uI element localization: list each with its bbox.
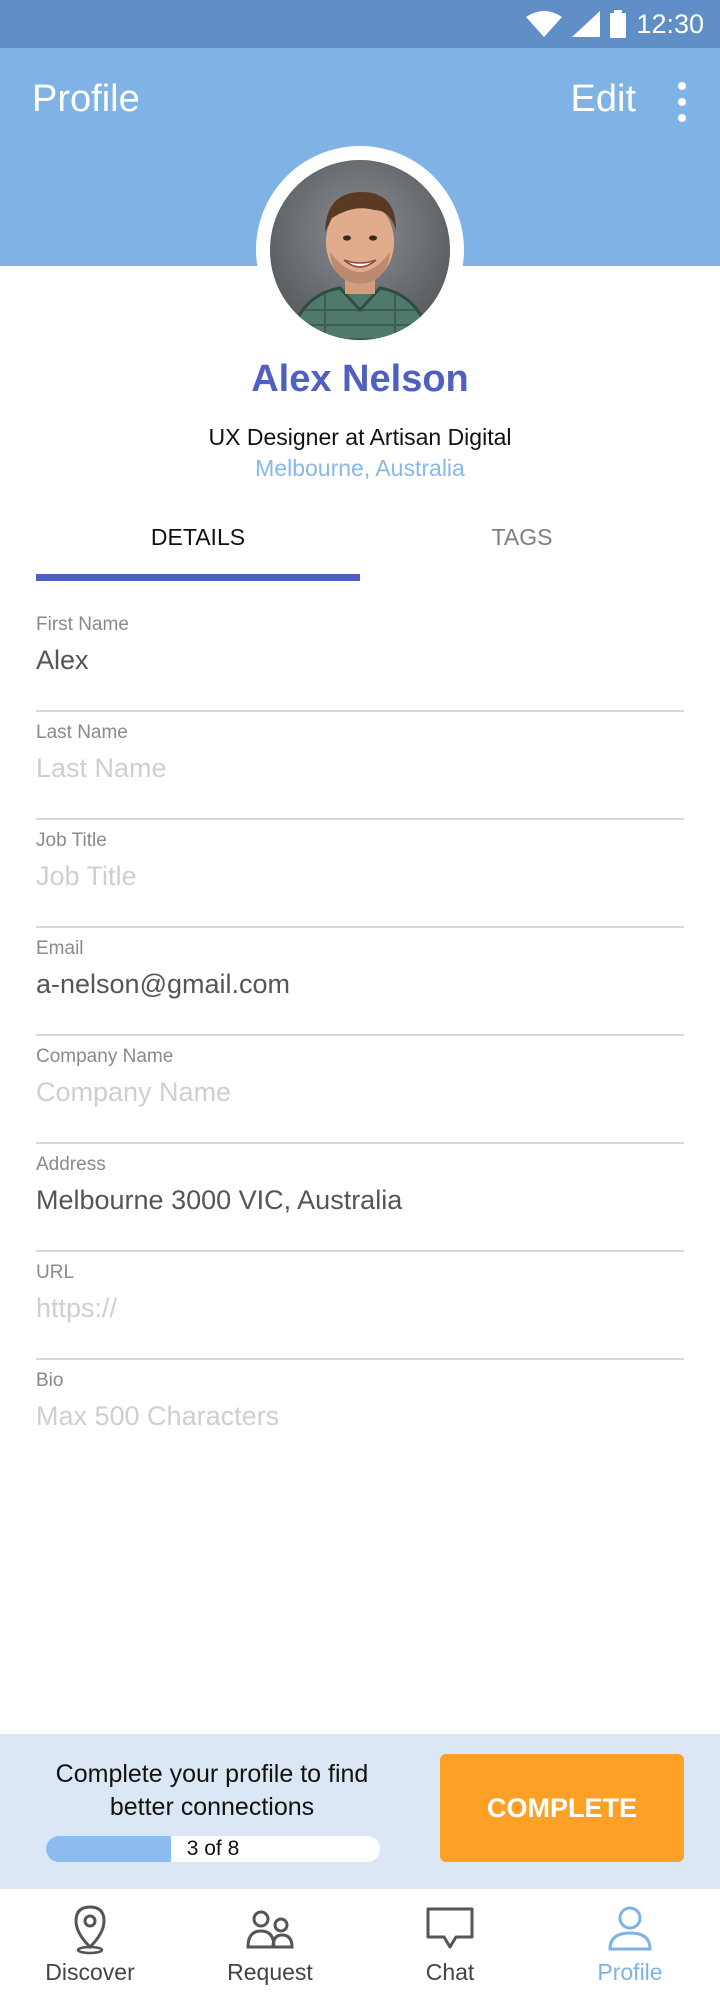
cell-signal-icon [572,11,601,37]
nav-label-chat: Chat [425,1959,475,1985]
job-title-input[interactable] [36,856,684,896]
profile-tabs: DETAILS TAGS [36,508,684,582]
wifi-icon [526,11,563,37]
first-name-input[interactable] [36,640,684,680]
profile-location: Melbourne, Australia [255,455,465,481]
email-label: Email [36,938,84,959]
avatar-frame [256,146,464,354]
nav-label-discover: Discover [45,1959,135,1985]
tab-tags[interactable]: TAGS [360,508,684,574]
status-bar: 12:30 [0,0,720,48]
person-icon [608,1906,652,1951]
battery-icon [610,10,627,38]
profile-completion-banner: Complete your profile to find better con… [0,1734,720,1888]
nav-item-request[interactable]: Request [180,1889,360,2000]
tab-details[interactable]: DETAILS [36,508,360,574]
more-options-icon[interactable] [670,82,694,122]
last-name-input[interactable] [36,748,684,788]
address-label: Address [36,1154,106,1175]
company-name-input[interactable] [36,1072,684,1112]
location-pin-icon [74,1905,106,1955]
avatar-photo [270,160,450,340]
complete-button[interactable]: COMPLETE [440,1754,684,1862]
nav-label-profile: Profile [597,1959,663,1985]
progress-text: 3 of 8 [186,1837,240,1860]
bottom-navigation: Discover Request Chat Profile [0,1888,720,2000]
profile-job-title: UX Designer at Artisan Digital [208,424,512,450]
completion-progress-bar: 3 of 8 [46,1836,380,1862]
first-name-field: First Name [36,604,684,712]
edit-button[interactable]: Edit [571,78,636,121]
chat-bubble-icon [426,1907,474,1949]
address-field: Address [36,1144,684,1252]
page-title: Profile [32,78,140,120]
last-name-field: Last Name [36,712,684,820]
completion-message: Complete your profile to find better con… [55,1760,369,1821]
bio-label: Bio [36,1370,64,1391]
active-tab-indicator [36,574,360,581]
company-name-label: Company Name [36,1046,174,1067]
url-label: URL [36,1262,75,1283]
email-input[interactable] [36,964,684,1004]
nav-item-profile[interactable]: Profile [540,1889,720,2000]
first-name-label: First Name [36,614,129,635]
job-title-field: Job Title [36,820,684,928]
nav-item-chat[interactable]: Chat [360,1889,540,2000]
bio-field: Bio [36,1360,684,1468]
status-icons: 12:30 [526,8,704,40]
last-name-label: Last Name [36,722,128,743]
url-field: URL [36,1252,684,1360]
company-name-field: Company Name [36,1036,684,1144]
email-field: Email [36,928,684,1036]
profile-name: Alex Nelson [251,358,469,400]
status-time: 12:30 [636,8,704,39]
avatar[interactable] [270,160,450,340]
url-input[interactable] [36,1288,684,1328]
people-icon [246,1910,294,1949]
bio-input[interactable] [36,1396,684,1436]
job-title-label: Job Title [36,830,107,851]
nav-item-discover[interactable]: Discover [0,1889,180,2000]
nav-label-request: Request [227,1959,313,1985]
address-input[interactable] [36,1180,684,1220]
